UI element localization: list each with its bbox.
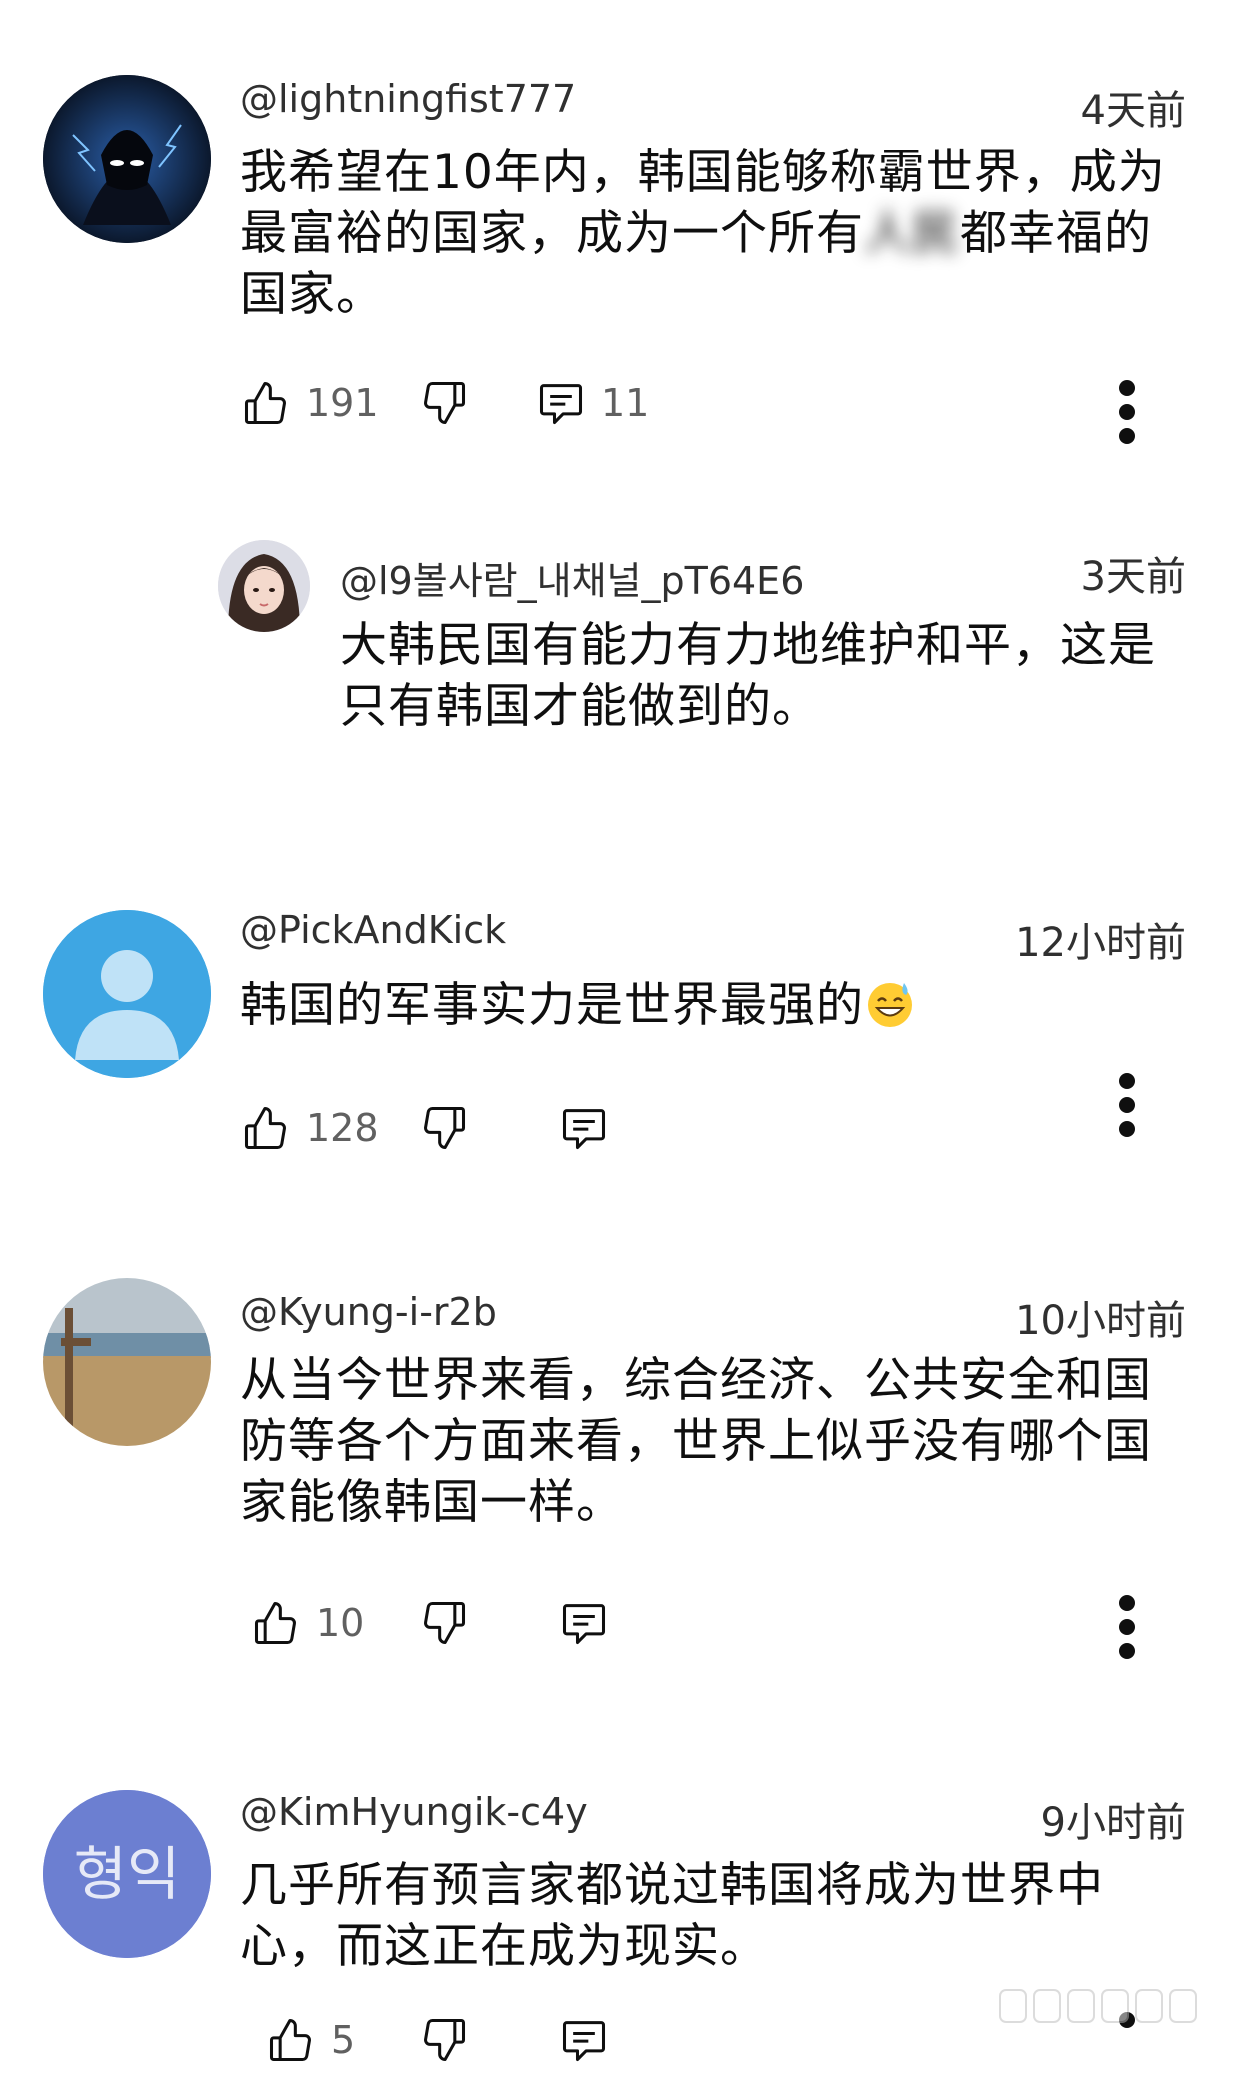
more-options-button[interactable] bbox=[1107, 1073, 1147, 1143]
comment-author[interactable]: @l9볼사람_내채널_pT64E6 bbox=[340, 550, 804, 605]
dislike-button[interactable] bbox=[418, 1098, 470, 1158]
comment-actions: 191 11 bbox=[240, 373, 1200, 433]
more-vert-icon-dot bbox=[1119, 1097, 1135, 1113]
comment-text: 韩国的军事实力是世界最强的 bbox=[240, 975, 1200, 1036]
comment-line-part: 最富裕的国家，成为一个所有 bbox=[240, 206, 864, 261]
comment-actions: 128 bbox=[240, 1098, 1200, 1158]
like-button[interactable]: 128 bbox=[240, 1098, 379, 1158]
avatar[interactable] bbox=[43, 1278, 211, 1446]
dislike-button[interactable] bbox=[418, 1593, 470, 1653]
avatar[interactable] bbox=[218, 540, 310, 632]
grinning-sweat-emoji bbox=[868, 983, 912, 1027]
comment-author[interactable]: @PickAndKick bbox=[240, 908, 506, 952]
comment-timestamp: 9小时前 bbox=[1040, 1800, 1186, 1846]
comment-line: 我希望在10年内，韩国能够称霸世界，成为 bbox=[240, 145, 1166, 200]
comment-line: 心，而这正在成为现实。 bbox=[240, 1919, 768, 1974]
dislike-button[interactable] bbox=[418, 373, 470, 433]
comment-line: 从当今世界来看，综合经济、公共安全和国 bbox=[240, 1353, 1152, 1408]
like-button[interactable]: 191 bbox=[240, 373, 379, 433]
thumb-down-icon bbox=[424, 381, 466, 425]
more-options-button[interactable] bbox=[1107, 1595, 1147, 1665]
thumb-down-icon bbox=[424, 2018, 466, 2062]
reply-count: 11 bbox=[601, 381, 650, 425]
more-vert-icon bbox=[1119, 1595, 1135, 1611]
reply-icon bbox=[562, 1604, 606, 1645]
comment-text: 我希望在10年内，韩国能够称霸世界，成为 最富裕的国家，成为一个所有人民都幸福的… bbox=[240, 142, 1200, 325]
reply-icon bbox=[562, 2021, 606, 2062]
more-vert-icon-dot bbox=[1119, 428, 1135, 444]
avatar[interactable]: 형익 bbox=[43, 1790, 211, 1958]
like-count: 5 bbox=[331, 2018, 356, 2062]
thumb-up-icon bbox=[269, 2018, 311, 2062]
comment-line: 国家。 bbox=[240, 267, 384, 322]
more-vert-icon-dot bbox=[1119, 1643, 1135, 1659]
comment-line: 防等各个方面来看，世界上似乎没有哪个国 bbox=[240, 1414, 1152, 1469]
comment-timestamp: 3天前 bbox=[1080, 554, 1186, 600]
comment-line: 最富裕的国家，成为一个所有人民都幸福的 bbox=[240, 203, 1200, 264]
comment-text: 几乎所有预言家都说过韩国将成为世界中 心，而这正在成为现实。 bbox=[240, 1855, 1200, 1977]
watermark bbox=[999, 1989, 1197, 2023]
comment-4: @Kyung-i-r2b 10小时前 从当今世界来看，综合经济、公共安全和国 防… bbox=[0, 1250, 1244, 1659]
thumb-down-icon bbox=[424, 1601, 466, 1645]
reply-button[interactable] bbox=[558, 1593, 610, 1653]
comment-line: 家能像韩国一样。 bbox=[240, 1475, 624, 1530]
thumb-down-icon bbox=[424, 1106, 466, 1150]
avatar[interactable] bbox=[43, 75, 211, 243]
blurred-text: 人民 bbox=[864, 206, 960, 261]
thumb-up-icon bbox=[244, 1106, 286, 1150]
comment-actions: 10 bbox=[250, 1593, 1200, 1653]
more-options-button[interactable] bbox=[1107, 380, 1147, 450]
thumb-up-icon bbox=[244, 381, 286, 425]
comment-author[interactable]: @Kyung-i-r2b bbox=[240, 1290, 497, 1334]
like-button[interactable]: 10 bbox=[250, 1593, 364, 1653]
comment-line-part: 韩国的军事实力是世界最强的 bbox=[240, 978, 864, 1033]
avatar-initials: 형익 bbox=[74, 1840, 181, 1908]
reply-button[interactable]: 11 bbox=[535, 373, 649, 433]
comment-timestamp: 12小时前 bbox=[1015, 920, 1186, 966]
reply-icon bbox=[562, 1109, 606, 1150]
avatar[interactable] bbox=[43, 910, 211, 1078]
comment-author[interactable]: @KimHyungik-c4y bbox=[240, 1790, 588, 1834]
more-vert-icon-dot bbox=[1119, 1121, 1135, 1137]
comment-timestamp: 10小时前 bbox=[1015, 1298, 1186, 1344]
comment-3: @PickAndKick 12小时前 韩国的军事实力是世界最强的 128 bbox=[0, 880, 1244, 1200]
like-count: 128 bbox=[306, 1106, 379, 1150]
comment-text: 从当今世界来看，综合经济、公共安全和国 防等各个方面来看，世界上似乎没有哪个国 … bbox=[240, 1350, 1200, 1533]
more-vert-icon bbox=[1119, 380, 1135, 396]
comment-line: 韩国的军事实力是世界最强的 bbox=[240, 975, 1200, 1036]
comment-line: 几乎所有预言家都说过韩国将成为世界中 bbox=[240, 1858, 1104, 1913]
comment-line: 大韩民国有能力有力地维护和平，这是 bbox=[340, 618, 1156, 673]
like-button[interactable]: 5 bbox=[265, 2010, 355, 2070]
more-vert-icon-dot bbox=[1119, 1619, 1135, 1635]
comment-line: 只有韩国才能做到的。 bbox=[340, 679, 820, 734]
like-count: 191 bbox=[306, 381, 379, 425]
reply-button[interactable] bbox=[558, 1098, 610, 1158]
comment-1: @lightningfist777 4天前 我希望在10年内，韩国能够称霸世界，… bbox=[0, 0, 1244, 470]
like-count: 10 bbox=[316, 1601, 365, 1645]
comment-text: 大韩民国有能力有力地维护和平，这是 只有韩国才能做到的。 bbox=[340, 615, 1200, 737]
thumb-up-icon bbox=[254, 1601, 296, 1645]
reply-button[interactable] bbox=[558, 2010, 610, 2070]
comment-reply: @l9볼사람_내채널_pT64E6 3天前 大韩民国有能力有力地维护和平，这是 … bbox=[0, 520, 1244, 770]
comment-timestamp: 4天前 bbox=[1080, 88, 1186, 134]
comment-author[interactable]: @lightningfist777 bbox=[240, 77, 576, 121]
reply-icon bbox=[539, 384, 583, 425]
dislike-button[interactable] bbox=[418, 2010, 470, 2070]
comment-line-part: 都幸福的 bbox=[960, 206, 1152, 261]
more-vert-icon-dot bbox=[1119, 404, 1135, 420]
more-vert-icon bbox=[1119, 1073, 1135, 1089]
